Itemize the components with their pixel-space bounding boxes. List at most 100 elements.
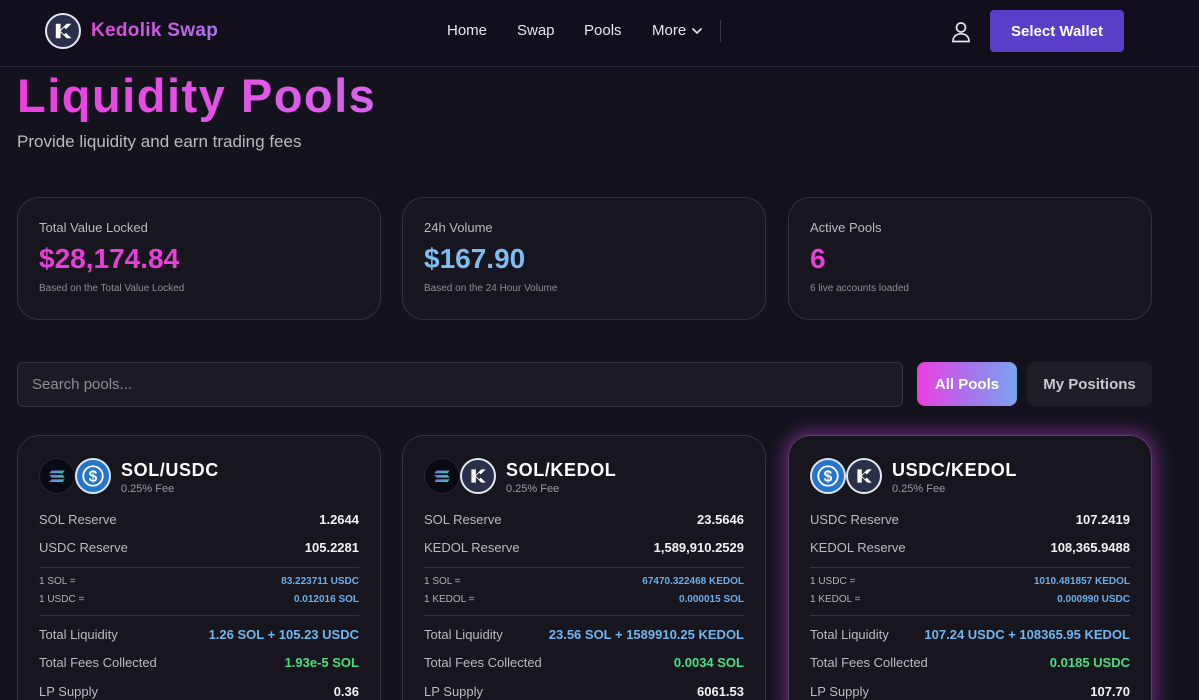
pool-card-sol-usdc[interactable]: SOL/USDC 0.25% Fee SOL Reserve 1.2644 US… xyxy=(17,435,381,700)
rate-a-row: 1 SOL = 67470.322468 KEDOL xyxy=(424,576,744,587)
stat-value: $167.90 xyxy=(424,243,526,274)
usdc-token-icon xyxy=(75,458,111,494)
nav-divider xyxy=(720,20,721,42)
lp-supply-row: LP Supply 107.70 xyxy=(810,684,1130,699)
token-pair-icons xyxy=(424,458,496,494)
sol-token-icon xyxy=(424,458,460,494)
stat-note: Based on the 24 Hour Volume xyxy=(424,283,558,294)
nav-more-label: More xyxy=(652,22,687,39)
rate-value: 0.000015 SOL xyxy=(678,594,744,605)
rate-a-row: 1 USDC = 1010.481857 KEDOL xyxy=(810,576,1130,587)
rate-value: 0.000990 USDC xyxy=(1057,594,1130,605)
rate-b-row: 1 KEDOL = 0.000990 USDC xyxy=(810,594,1130,605)
row-label: SOL Reserve xyxy=(39,512,117,527)
row-value: 23.56 SOL + 1589910.25 KEDOL xyxy=(548,627,744,642)
pool-fee: 0.25% Fee xyxy=(892,483,946,495)
divider xyxy=(424,567,744,568)
divider xyxy=(424,615,744,616)
select-wallet-button[interactable]: Select Wallet xyxy=(990,10,1124,52)
row-value: 105.2281 xyxy=(304,540,359,555)
divider xyxy=(39,567,359,568)
reserve-b-row: KEDOL Reserve 1,589,910.2529 xyxy=(424,540,744,555)
stat-label: Total Value Locked xyxy=(39,220,148,235)
row-label: SOL Reserve xyxy=(424,512,502,527)
stat-note: 6 live accounts loaded xyxy=(810,283,909,294)
divider xyxy=(810,615,1130,616)
total-liquidity-row: Total Liquidity 1.26 SOL + 105.23 USDC xyxy=(39,627,359,642)
reserve-b-row: USDC Reserve 105.2281 xyxy=(39,540,359,555)
chevron-down-icon xyxy=(692,27,703,34)
nav-home[interactable]: Home xyxy=(447,22,487,39)
nav-pools[interactable]: Pools xyxy=(584,22,622,39)
pool-pair-name: SOL/KEDOL xyxy=(506,460,617,480)
total-fees-row: Total Fees Collected 1.93e-5 SOL xyxy=(39,655,359,670)
row-label: Total Liquidity xyxy=(39,627,118,642)
total-fees-row: Total Fees Collected 0.0185 USDC xyxy=(810,655,1130,670)
row-value: 107.24 USDC + 108365.95 KEDOL xyxy=(924,627,1130,642)
reserve-a-row: SOL Reserve 1.2644 xyxy=(39,512,359,527)
rate-b-row: 1 KEDOL = 0.000015 SOL xyxy=(424,594,744,605)
stat-value: $28,174.84 xyxy=(39,243,180,274)
pool-card-usdc-kedol[interactable]: USDC/KEDOL 0.25% Fee USDC Reserve 107.24… xyxy=(788,435,1152,700)
row-label: KEDOL Reserve xyxy=(424,540,520,555)
row-value: 0.0034 SOL xyxy=(673,655,744,670)
total-fees-row: Total Fees Collected 0.0034 SOL xyxy=(424,655,744,670)
kedolik-logo-icon xyxy=(45,13,81,49)
divider xyxy=(39,615,359,616)
pool-pair-name: SOL/USDC xyxy=(121,460,219,480)
nav-more[interactable]: More xyxy=(652,22,703,39)
pool-fee: 0.25% Fee xyxy=(121,483,175,495)
rate-label: 1 KEDOL = xyxy=(810,594,861,605)
my-positions-button[interactable]: My Positions xyxy=(1027,362,1152,406)
stat-value: 6 xyxy=(810,243,826,274)
stat-card-active-pools: Active Pools 6 6 live accounts loaded xyxy=(788,197,1152,320)
row-value: 0.36 xyxy=(333,684,359,699)
row-value: 107.70 xyxy=(1090,684,1130,699)
row-label: Total Fees Collected xyxy=(39,655,157,670)
rate-label: 1 SOL = xyxy=(39,576,76,587)
rate-a-row: 1 SOL = 83.223711 USDC xyxy=(39,576,359,587)
row-value: 1.93e-5 SOL xyxy=(284,655,359,670)
total-liquidity-row: Total Liquidity 107.24 USDC + 108365.95 … xyxy=(810,627,1130,642)
usdc-token-icon xyxy=(810,458,846,494)
row-label: Total Liquidity xyxy=(424,627,503,642)
row-label: USDC Reserve xyxy=(39,540,128,555)
rate-value: 0.012016 SOL xyxy=(293,594,359,605)
pool-pair-name: USDC/KEDOL xyxy=(892,460,1018,480)
row-label: Total Fees Collected xyxy=(810,655,928,670)
row-value: 1.26 SOL + 105.23 USDC xyxy=(208,627,359,642)
stat-note: Based on the Total Value Locked xyxy=(39,283,185,294)
sol-token-icon xyxy=(39,458,75,494)
rate-value: 83.223711 USDC xyxy=(281,576,359,587)
row-label: LP Supply xyxy=(39,684,99,699)
brand-name: Kedolik Swap xyxy=(91,20,219,41)
row-value: 107.2419 xyxy=(1075,512,1130,527)
page-subtitle: Provide liquidity and earn trading fees xyxy=(17,132,302,151)
token-pair-icons xyxy=(810,458,882,494)
all-pools-button[interactable]: All Pools xyxy=(917,362,1017,406)
rate-label: 1 USDC = xyxy=(810,576,856,587)
search-pools-input[interactable] xyxy=(17,362,903,407)
rate-label: 1 KEDOL = xyxy=(424,594,475,605)
row-value: 0.0185 USDC xyxy=(1049,655,1130,670)
pool-card-sol-kedol[interactable]: SOL/KEDOL 0.25% Fee SOL Reserve 23.5646 … xyxy=(402,435,766,700)
row-value: 6061.53 xyxy=(697,684,744,699)
row-label: USDC Reserve xyxy=(810,512,899,527)
row-value: 1.2644 xyxy=(319,512,359,527)
token-pair-icons xyxy=(39,458,111,494)
divider xyxy=(810,567,1130,568)
rate-label: 1 SOL = xyxy=(424,576,461,587)
kedol-token-icon xyxy=(846,458,882,494)
row-value: 23.5646 xyxy=(697,512,744,527)
row-value: 108,365.9488 xyxy=(1050,540,1130,555)
nav-swap[interactable]: Swap xyxy=(517,22,555,39)
rate-value: 67470.322468 KEDOL xyxy=(642,576,744,587)
stat-label: 24h Volume xyxy=(424,220,493,235)
brand-link[interactable]: Kedolik Swap xyxy=(45,13,218,49)
row-label: Total Liquidity xyxy=(810,627,889,642)
user-icon[interactable] xyxy=(951,21,971,43)
kedol-token-icon xyxy=(460,458,496,494)
pool-fee: 0.25% Fee xyxy=(506,483,560,495)
row-label: Total Fees Collected xyxy=(424,655,542,670)
rate-label: 1 USDC = xyxy=(39,594,85,605)
